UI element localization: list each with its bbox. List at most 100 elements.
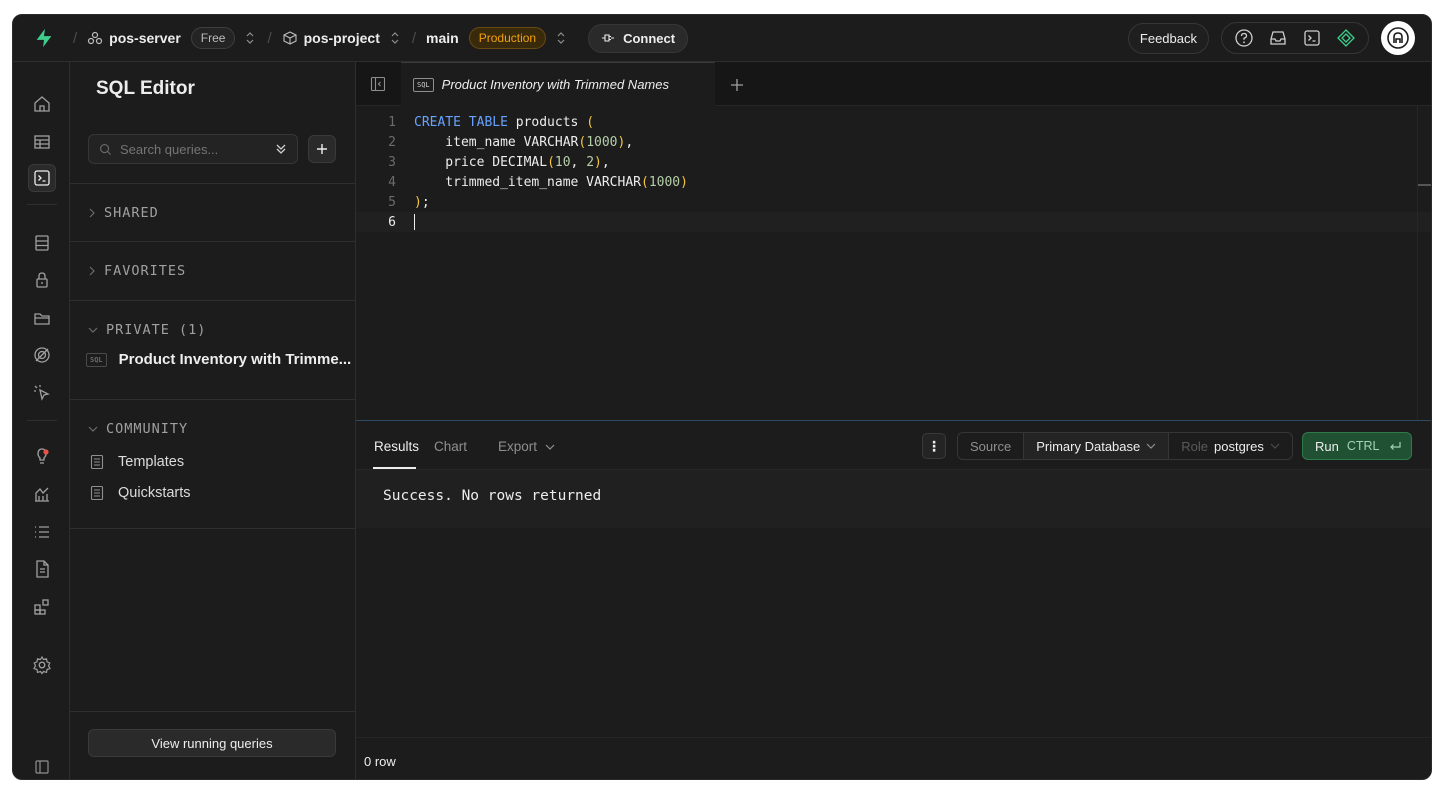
project-switcher-chevron-icon[interactable] <box>390 31 400 45</box>
code-text: price DECIMAL(10, 2), <box>414 154 610 170</box>
source-selector-group: Source Primary Database Role postgres <box>957 432 1293 460</box>
chevron-right-icon <box>89 266 95 276</box>
toggle-sidebar-icon[interactable] <box>370 76 386 92</box>
sql-file-icon: SQL <box>413 77 434 92</box>
line-number: 4 <box>388 174 396 190</box>
view-running-queries-button[interactable]: View running queries <box>88 729 336 757</box>
nav-table-editor-icon[interactable] <box>30 130 54 154</box>
result-message: Success. No rows returned <box>356 470 1431 528</box>
project-breadcrumb[interactable]: pos-project <box>282 30 380 46</box>
section-shared[interactable]: SHARED <box>88 205 159 221</box>
tab-export-label: Export <box>498 439 538 454</box>
branch-breadcrumb[interactable]: main Production <box>426 27 547 49</box>
nav-home-icon[interactable] <box>30 92 54 116</box>
section-shared-label: SHARED <box>104 205 159 221</box>
text-caret <box>414 214 415 230</box>
nav-collapse-sidebar-icon[interactable] <box>30 755 54 779</box>
code-line[interactable]: 4 trimmed_item_name VARCHAR(1000) <box>356 172 1431 192</box>
line-number: 5 <box>388 194 396 210</box>
editor-scrollbar[interactable] <box>1417 106 1431 420</box>
nav-auth-lock-icon[interactable] <box>30 268 54 292</box>
code-token: , <box>601 154 610 170</box>
sort-chevrons-icon[interactable] <box>273 141 289 157</box>
code-token: CREATE TABLE <box>414 114 508 130</box>
nav-divider <box>27 420 57 421</box>
code-token: ( <box>640 174 649 190</box>
add-tab-plus-icon[interactable] <box>730 78 744 92</box>
inbox-icon[interactable] <box>1268 28 1288 48</box>
private-query-label: Product Inventory with Trimme... <box>118 351 352 368</box>
chevron-right-icon <box>89 208 95 218</box>
tab-export[interactable]: Export <box>498 439 555 454</box>
code-line[interactable]: 3 price DECIMAL(10, 2), <box>356 152 1431 172</box>
user-avatar-icon <box>1387 27 1409 49</box>
code-editor[interactable]: 1 CREATE TABLE products (2 item_name VARC… <box>356 106 1431 420</box>
section-private[interactable]: PRIVATE (1) <box>88 322 206 338</box>
user-avatar[interactable] <box>1381 21 1415 55</box>
section-favorites[interactable]: FAVORITES <box>88 263 186 279</box>
feedback-button[interactable]: Feedback <box>1127 22 1209 54</box>
code-token: price DECIMAL <box>414 154 548 170</box>
nav-settings-gear-icon[interactable] <box>30 653 54 677</box>
org-switcher-chevron-icon[interactable] <box>245 31 255 45</box>
help-icon[interactable] <box>1234 28 1254 48</box>
branch-switcher-chevron-icon[interactable] <box>556 31 566 45</box>
chevron-down-icon <box>1270 443 1280 449</box>
role-dropdown[interactable]: Role postgres <box>1169 433 1292 459</box>
run-button[interactable]: Run CTRL <box>1302 432 1412 460</box>
sidebar-divider <box>70 399 356 400</box>
assistant-icon[interactable] <box>1336 28 1356 48</box>
org-breadcrumb[interactable]: pos-server Free <box>87 27 236 49</box>
code-token: trimmed_item_name VARCHAR <box>414 174 641 190</box>
nav-sql-editor-icon[interactable] <box>28 164 56 192</box>
code-line[interactable]: 6 <box>356 212 1431 232</box>
community-item-templates[interactable]: Templates <box>90 454 184 470</box>
community-item-quickstarts[interactable]: Quickstarts <box>90 485 191 501</box>
code-token: 1000 <box>586 134 618 150</box>
project-name: pos-project <box>303 30 380 46</box>
tab-results[interactable]: Results <box>374 439 419 454</box>
connect-button[interactable]: Connect <box>588 23 689 53</box>
nav-database-icon[interactable] <box>30 231 54 255</box>
code-line[interactable]: 1 CREATE TABLE products ( <box>356 112 1431 132</box>
nav-integrations-icon[interactable] <box>30 595 54 619</box>
private-query-item[interactable]: SQL Product Inventory with Trimme... <box>86 351 354 368</box>
code-token: , <box>625 134 634 150</box>
editor-tab-active[interactable]: SQL Product Inventory with Trimmed Names <box>401 62 715 106</box>
document-icon <box>90 454 104 470</box>
nav-edge-functions-icon[interactable] <box>30 381 54 405</box>
nav-realtime-icon[interactable] <box>30 343 54 367</box>
more-options-button[interactable]: ⋮ <box>922 433 946 459</box>
editor-tab-title: Product Inventory with Trimmed Names <box>441 77 669 92</box>
scrollbar-marker <box>1418 184 1431 186</box>
line-number: 6 <box>388 214 396 230</box>
nav-reports-icon[interactable] <box>30 482 54 506</box>
breadcrumb-separator: / <box>267 29 272 47</box>
section-community[interactable]: COMMUNITY <box>88 421 188 437</box>
nav-advisors-icon[interactable] <box>30 444 54 468</box>
tab-chart[interactable]: Chart <box>434 439 467 454</box>
search-queries-input[interactable] <box>120 141 270 157</box>
role-value: postgres <box>1214 438 1264 454</box>
sidebar-divider <box>70 528 356 529</box>
new-query-button[interactable] <box>308 135 336 163</box>
nav-logs-icon[interactable] <box>30 520 54 544</box>
code-text <box>414 214 415 230</box>
code-line[interactable]: 5); <box>356 192 1431 212</box>
code-token: products <box>507 114 587 130</box>
search-box <box>88 134 298 164</box>
breadcrumb-separator: / <box>73 29 78 47</box>
code-line[interactable]: 2 item_name VARCHAR(1000), <box>356 132 1431 152</box>
breadcrumb-separator: / <box>411 29 417 47</box>
nav-storage-icon[interactable] <box>30 306 54 330</box>
sidebar-divider <box>70 711 356 712</box>
editor-tab-bar: SQL Product Inventory with Trimmed Names <box>356 62 1431 106</box>
supabase-logo-icon[interactable] <box>33 27 55 49</box>
code-text: item_name VARCHAR(1000), <box>414 135 633 150</box>
section-community-label: COMMUNITY <box>106 421 189 437</box>
top-right-controls: Feedback <box>1127 21 1415 55</box>
nav-api-docs-icon[interactable] <box>30 557 54 581</box>
source-dropdown[interactable]: Primary Database <box>1024 433 1170 459</box>
terminal-icon[interactable] <box>1302 28 1322 48</box>
search-icon <box>100 143 112 155</box>
